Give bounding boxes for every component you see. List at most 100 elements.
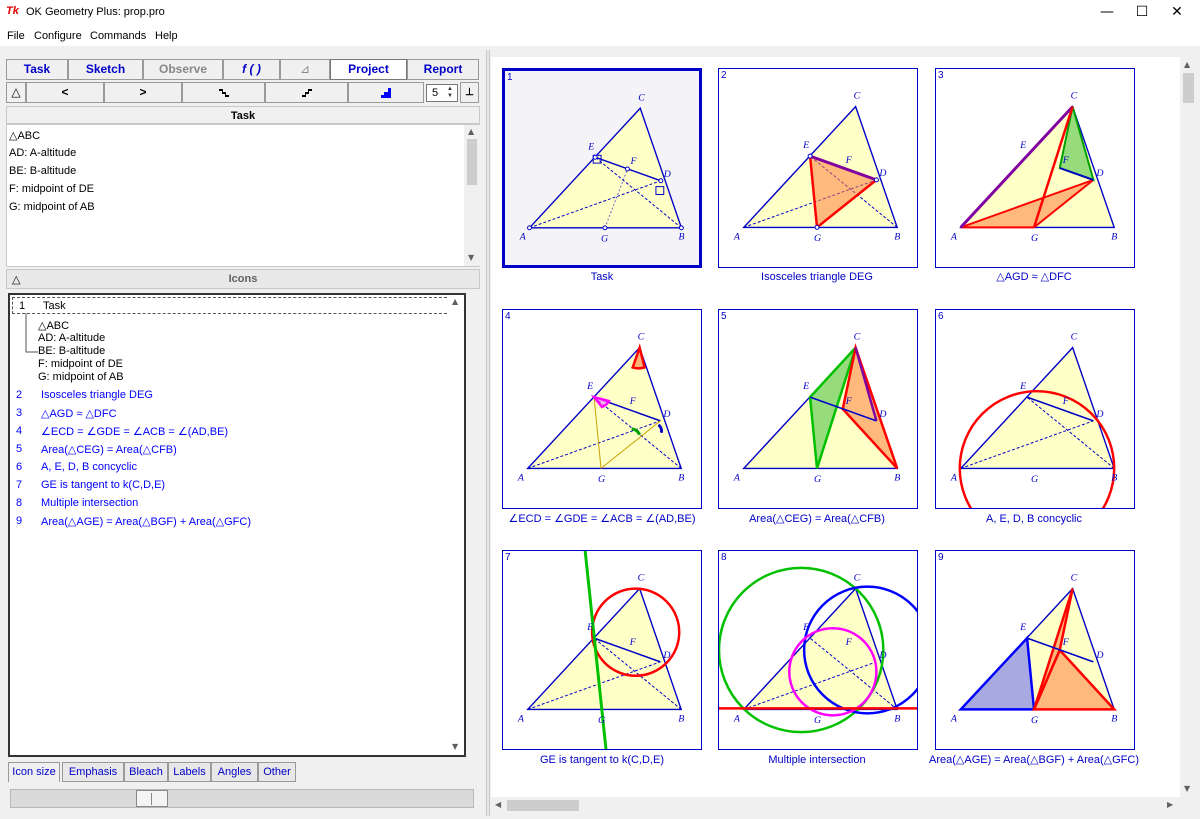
step-down-button[interactable] <box>182 82 265 103</box>
tab-labels[interactable]: Labels <box>168 762 211 782</box>
scroll-up-icon[interactable]: ▲ <box>1184 60 1190 69</box>
label-c: C <box>854 573 861 584</box>
label-b: B <box>1111 713 1117 724</box>
label-a: A <box>517 472 525 483</box>
tab-icon-size[interactable]: Icon size <box>8 762 60 782</box>
tree-scrollbar[interactable]: ▲ ▼ <box>448 295 464 755</box>
icon-size-slider[interactable] <box>10 789 474 808</box>
spin-arrows-icon[interactable]: ▲ ▼ <box>447 86 456 100</box>
tree-child: △ABC <box>38 320 70 332</box>
scroll-up-icon[interactable]: ▲ <box>452 297 458 306</box>
label-e: E <box>1019 140 1026 151</box>
project-card-5[interactable]: 5 A B C D E F G <box>718 309 918 509</box>
title-bar: Tk OK Geometry Plus: prop.pro — ☐ ✕ <box>0 0 1200 26</box>
label-e: E <box>802 140 809 151</box>
menu-commands[interactable]: Commands <box>90 30 146 42</box>
tree-item-number: 9 <box>16 515 23 527</box>
project-hscroll-thumb[interactable] <box>507 800 579 811</box>
layout-button[interactable] <box>348 82 424 103</box>
collapse-toolbar-button[interactable]: △ <box>6 82 26 103</box>
task-scroll-thumb[interactable] <box>467 139 477 185</box>
scroll-down-icon[interactable]: ▼ <box>452 742 458 751</box>
figure-similar: A B C D E F G <box>950 91 1117 245</box>
figure-task: A B C D E F G <box>519 92 685 244</box>
tree-item-label: A, E, D, B concyclic <box>41 461 137 473</box>
label-g: G <box>598 474 605 485</box>
tab-function[interactable]: f ( ) <box>223 59 280 80</box>
tab-other[interactable]: Other <box>258 762 296 782</box>
label-g: G <box>814 233 821 244</box>
pin-button[interactable]: ⊥ <box>460 82 479 103</box>
tab-sketch[interactable]: Sketch <box>68 59 143 80</box>
label-b: B <box>1111 231 1117 242</box>
menu-configure[interactable]: Configure <box>34 30 82 42</box>
project-card-7[interactable]: 7 A B C D E F G <box>502 550 702 750</box>
pane-splitter[interactable] <box>486 50 490 816</box>
scroll-up-icon[interactable]: ▲ <box>468 127 474 136</box>
scroll-right-icon[interactable]: ▶ <box>1167 800 1173 809</box>
project-card-1[interactable]: 1 A B C D E F G <box>502 68 702 268</box>
label-d: D <box>662 650 670 661</box>
label-f: F <box>845 155 853 166</box>
tab-project[interactable]: Project <box>330 59 407 80</box>
figure-areas: A B C D E F G <box>733 332 900 486</box>
tree-item-selected[interactable]: 1 Task <box>12 297 462 314</box>
label-e: E <box>586 622 593 633</box>
stairs-icon <box>381 88 391 98</box>
task-scrollbar[interactable]: ▲ ▼ <box>464 125 480 266</box>
project-card-8[interactable]: 8 A B C D E F G <box>718 550 918 750</box>
project-vertical-scrollbar[interactable]: ▲ ▼ <box>1180 57 1197 797</box>
close-button[interactable]: ✕ <box>1154 0 1200 26</box>
tab-bleach[interactable]: Bleach <box>124 762 168 782</box>
label-d: D <box>663 169 671 180</box>
tree-child: G: midpoint of AB <box>38 371 124 383</box>
tree-item-number: 1 <box>19 300 26 312</box>
label-f: F <box>629 637 637 648</box>
menu-help[interactable]: Help <box>155 30 178 42</box>
card-caption: A, E, D, B concyclic <box>986 513 1082 525</box>
project-icons-area: 1 A B C D E F G Task 2 A B C D E F G Iso… <box>491 57 1180 797</box>
label-a: A <box>733 231 741 242</box>
project-card-9[interactable]: 9 A B C D E F G <box>935 550 1135 750</box>
icon-size-slider-thumb[interactable] <box>136 790 168 807</box>
label-f: F <box>1062 155 1070 166</box>
task-text-panel[interactable]: △ABC AD: A-altitude BE: B-altitude F: mi… <box>6 124 480 267</box>
step-spinbox[interactable]: 5 ▲ ▼ <box>426 84 458 102</box>
project-card-6[interactable]: 6 A B C D E F G <box>935 309 1135 509</box>
project-card-3[interactable]: 3 A B C D E F G <box>935 68 1135 268</box>
tree-item-label: Area(△CEG) = Area(△CFB) <box>41 444 177 456</box>
prev-button[interactable]: < <box>26 82 104 103</box>
step-up-button[interactable] <box>265 82 348 103</box>
tab-observe[interactable]: Observe <box>143 59 223 80</box>
project-card-2[interactable]: 2 A B C D E F G <box>718 68 918 268</box>
card-caption: Area(△AGE) = Area(△BGF) + Area(△GFC) <box>929 754 1139 766</box>
tree-child: AD: A-altitude <box>38 332 106 344</box>
project-card-4[interactable]: 4 A B C D E F G <box>502 309 702 509</box>
icons-tree[interactable]: 1 Task △ABC AD: A-altitude BE: B-altitud… <box>8 293 466 757</box>
label-c: C <box>854 91 861 102</box>
tab-triangle[interactable]: ⊿ <box>280 59 330 80</box>
tree-item-number: 6 <box>16 461 23 473</box>
tab-report[interactable]: Report <box>407 59 479 80</box>
tree-item-label: △AGD ≈ △DFC <box>41 408 117 420</box>
label-e: E <box>1019 622 1026 633</box>
tab-emphasis[interactable]: Emphasis <box>62 762 124 782</box>
task-line: BE: B-altitude <box>9 165 77 177</box>
tree-item-label: Multiple intersection <box>41 497 139 509</box>
label-d: D <box>662 409 670 420</box>
tab-angles[interactable]: Angles <box>211 762 258 782</box>
icons-panel-title: Icons <box>228 273 258 285</box>
project-horizontal-scrollbar[interactable]: ◀ ▶ <box>491 797 1180 814</box>
tree-item-number: 3 <box>16 407 23 419</box>
next-button[interactable]: > <box>104 82 182 103</box>
scroll-down-icon[interactable]: ▼ <box>468 253 474 262</box>
tab-task[interactable]: Task <box>6 59 68 80</box>
label-e: E <box>587 141 594 152</box>
label-g: G <box>814 474 821 485</box>
menu-file[interactable]: File <box>7 30 25 42</box>
project-vscroll-thumb[interactable] <box>1183 73 1194 103</box>
window-title: OK Geometry Plus: prop.pro <box>26 6 165 18</box>
scroll-left-icon[interactable]: ◀ <box>495 800 501 809</box>
scroll-down-icon[interactable]: ▼ <box>1184 784 1190 793</box>
label-c: C <box>638 332 645 343</box>
